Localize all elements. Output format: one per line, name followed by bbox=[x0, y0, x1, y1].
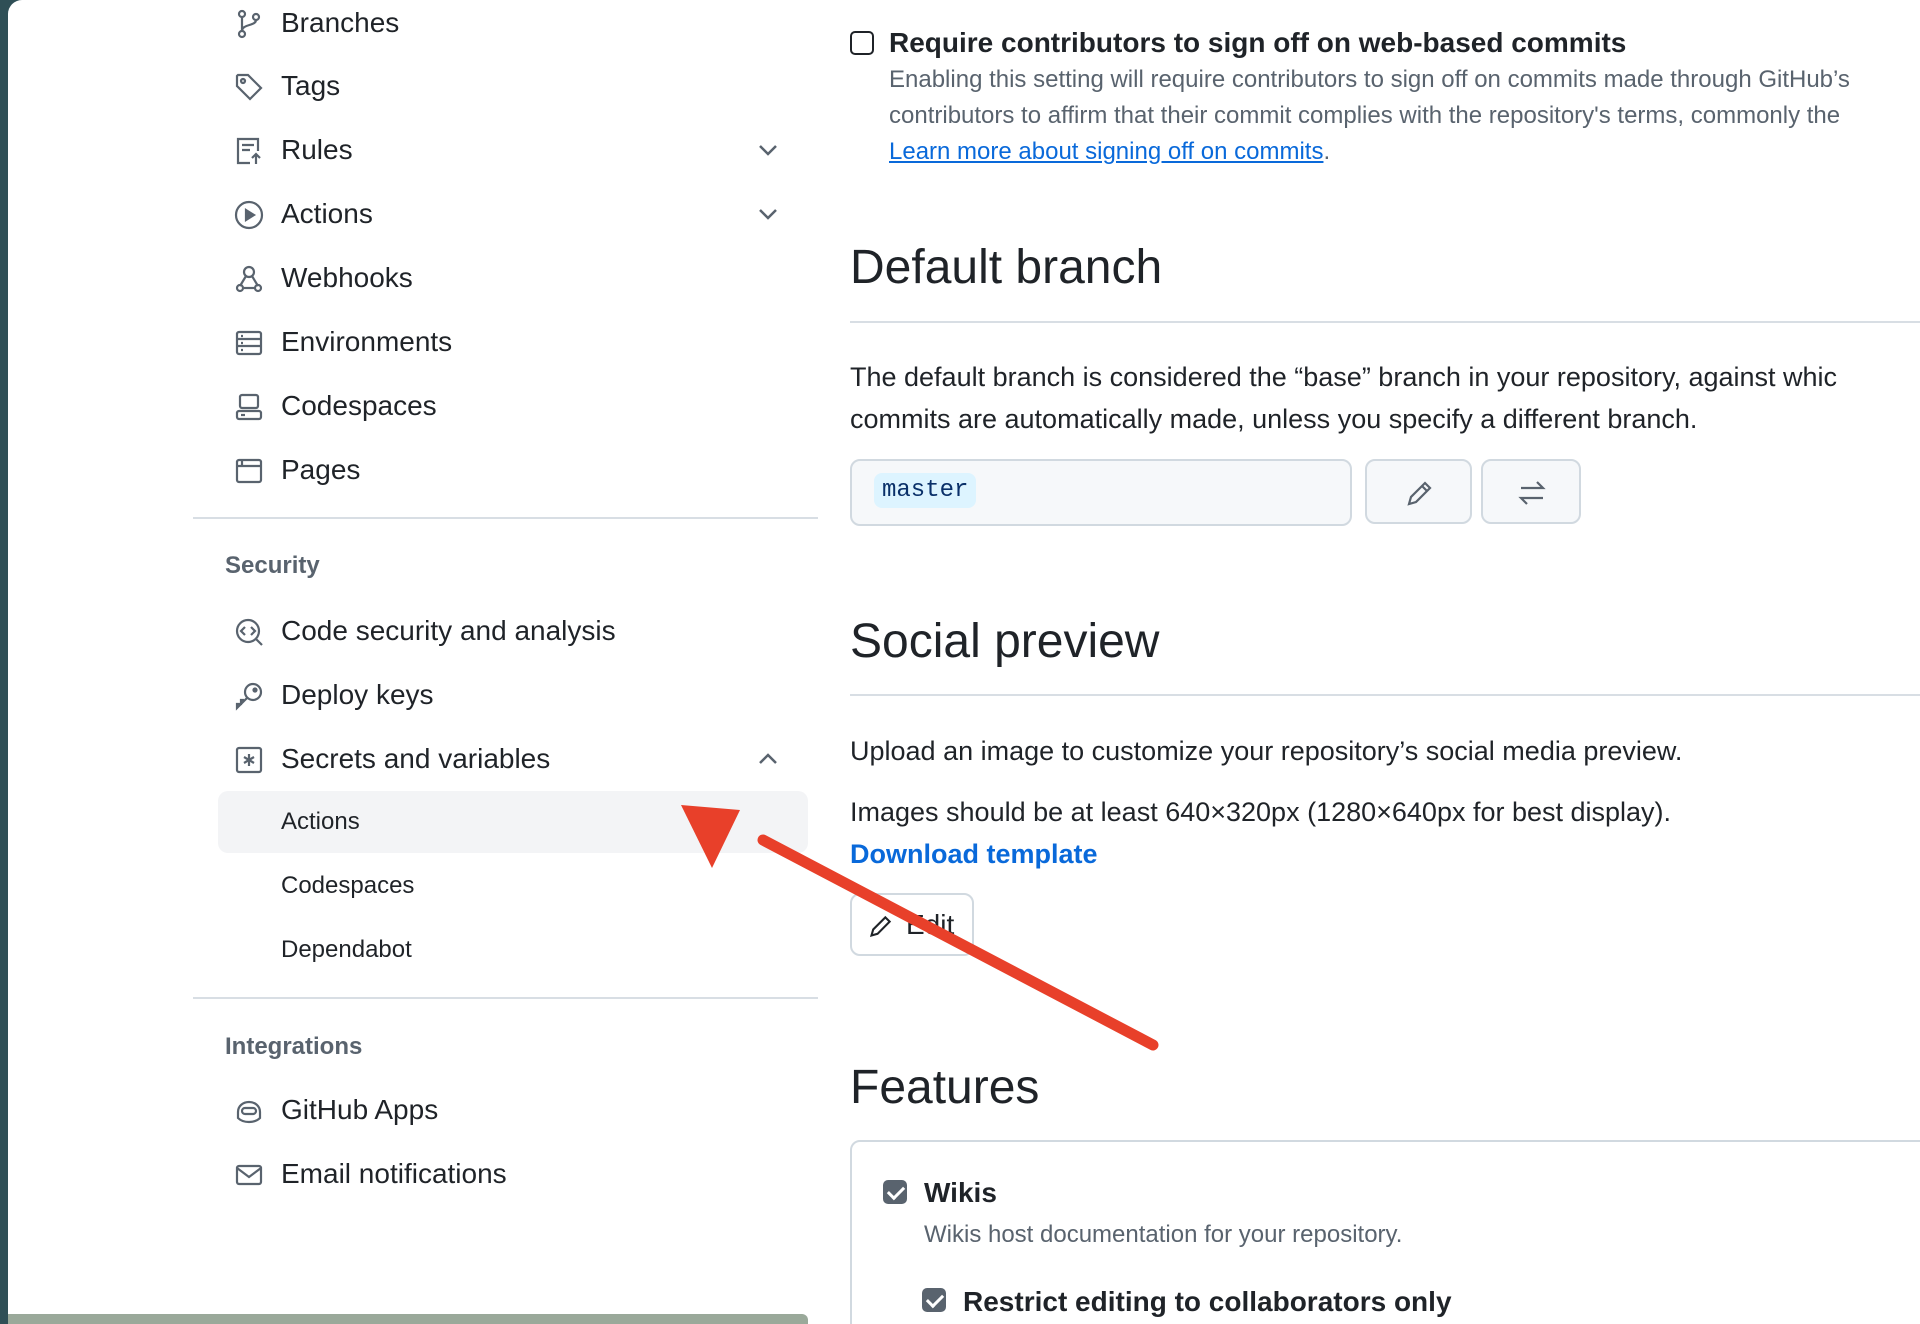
settings-window: Branches Tags Rules Actions Webhooks Env… bbox=[8, 0, 1920, 1324]
annotation-arrow bbox=[681, 805, 1159, 1051]
